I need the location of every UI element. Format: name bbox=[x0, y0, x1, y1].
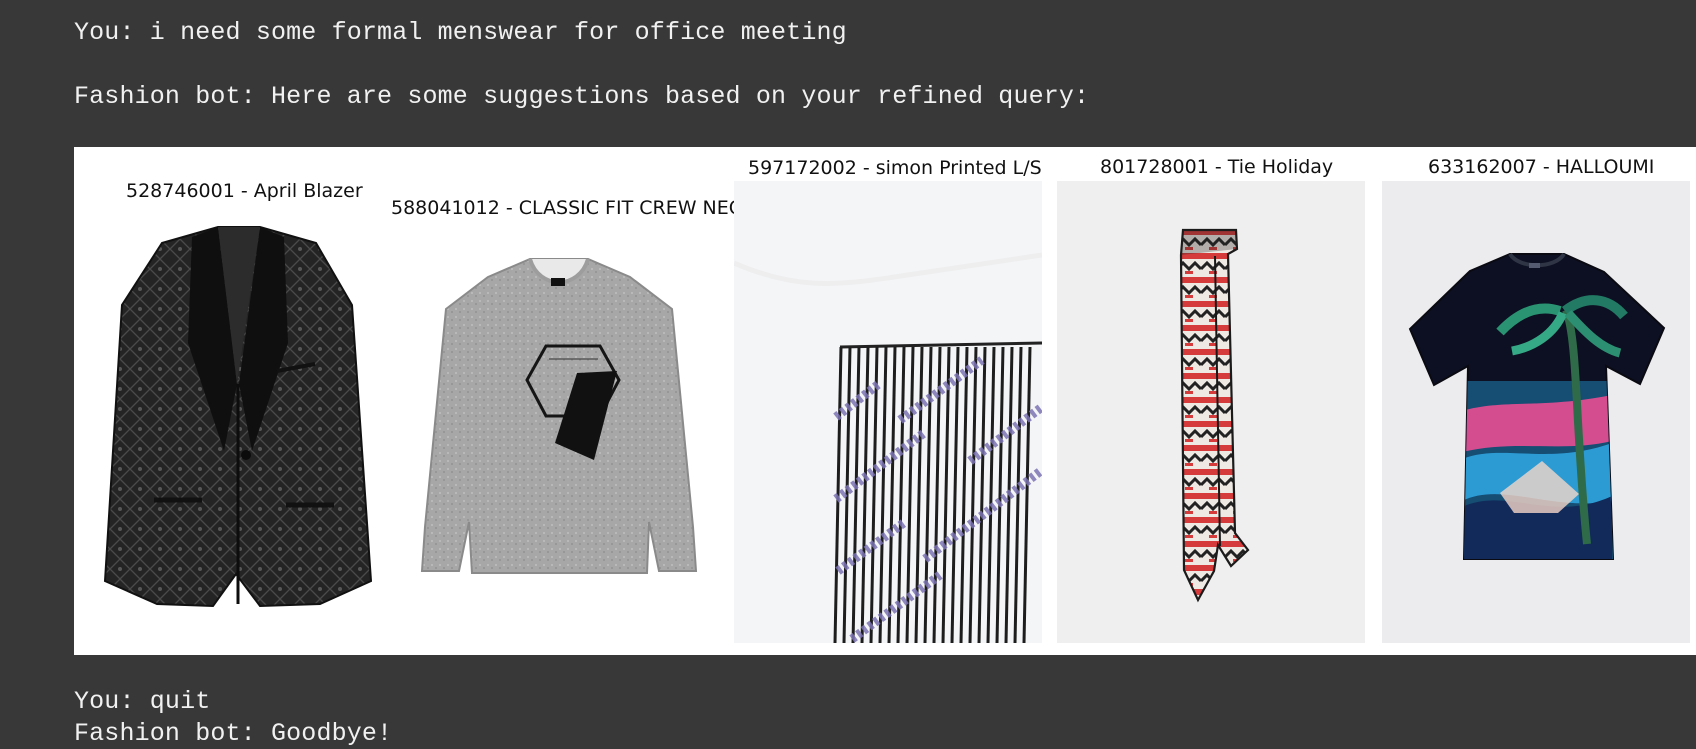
bot-message: Fashion bot: Here are some suggestions b… bbox=[74, 82, 1090, 111]
printed-shirt-svg bbox=[734, 181, 1042, 643]
product-label-sweatshirt: 588041012 - CLASSIC FIT CREW NECK bbox=[391, 197, 755, 219]
product-label-tshirt: 633162007 - HALLOUMI bbox=[1428, 156, 1655, 178]
product-label-tie: 801728001 - Tie Holiday bbox=[1100, 156, 1334, 178]
sweatshirt-svg bbox=[420, 258, 698, 574]
blazer-image bbox=[90, 219, 386, 609]
tie-image bbox=[1057, 181, 1365, 643]
tshirt-svg bbox=[1382, 181, 1690, 643]
sweatshirt-image bbox=[414, 235, 704, 597]
product-label-blazer: 528746001 - April Blazer bbox=[126, 180, 363, 202]
user-message: You: quit bbox=[74, 687, 211, 716]
product-suggestions-panel: 528746001 - April Blazer 588041012 - CLA… bbox=[74, 147, 1696, 655]
blazer-svg bbox=[103, 226, 373, 608]
bot-message: Fashion bot: Goodbye! bbox=[74, 719, 393, 748]
product-label-printed-shirt: 597172002 - simon Printed L/S bbox=[748, 157, 1042, 179]
tshirt-image bbox=[1382, 181, 1690, 643]
printed-shirt-image bbox=[734, 181, 1042, 643]
tie-svg bbox=[1057, 181, 1365, 643]
user-message: You: i need some formal menswear for off… bbox=[74, 18, 847, 47]
